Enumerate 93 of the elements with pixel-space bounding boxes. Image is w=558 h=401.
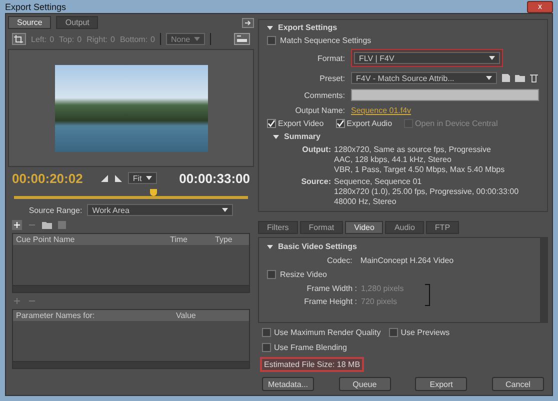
- disclosure-triangle-icon[interactable]: [273, 134, 279, 138]
- column-header[interactable]: Value: [176, 311, 196, 320]
- horizontal-scrollbar[interactable]: [13, 285, 249, 292]
- caret-icon: [194, 37, 200, 41]
- source-range-dropdown[interactable]: Work Area: [87, 204, 234, 216]
- comments-field[interactable]: [351, 89, 539, 101]
- panel-tab[interactable]: Source: [8, 16, 52, 29]
- checkbox[interactable]: [336, 119, 345, 128]
- trash-icon[interactable]: [529, 73, 539, 83]
- disclosure-triangle-icon[interactable]: [267, 26, 273, 30]
- section-heading: Export Settings: [278, 23, 338, 32]
- summary-label: Output:: [301, 145, 331, 156]
- checkbox-label: Export Video: [278, 119, 324, 128]
- column-header[interactable]: Time: [170, 235, 215, 244]
- checkbox[interactable]: [262, 328, 271, 337]
- settings-tab[interactable]: Video: [345, 221, 384, 234]
- current-timecode[interactable]: 00:00:20:02: [12, 170, 83, 186]
- preset-dropdown[interactable]: F4V - Match Source Attrib...: [351, 72, 497, 84]
- summary-label: Source:: [300, 177, 331, 188]
- preset-label: Preset:: [318, 74, 345, 82]
- crop-label: Top:: [59, 34, 74, 44]
- summary-text: VBR, 1 Pass, Target 4.50 Mbps, Max 5.40 Mbps: [334, 165, 506, 174]
- dialog-button[interactable]: Export: [415, 377, 468, 391]
- comments-label: Comments:: [303, 90, 345, 100]
- duration-timecode: 00:00:33:00: [179, 170, 250, 186]
- output-name-link[interactable]: Sequence 01.f4v: [351, 106, 539, 115]
- summary-text: 1280x720, Same as source fps, Progressive: [334, 145, 492, 154]
- checkbox-label: Open in Device Central: [415, 119, 498, 128]
- source-range-label: Source Range:: [28, 206, 82, 214]
- checkbox-label: Use Previews: [400, 328, 450, 337]
- codec-value: MainConcept H.264 Video: [360, 256, 454, 265]
- disclosure-triangle-icon[interactable]: [267, 244, 273, 248]
- aspect-ratio-icon[interactable]: [234, 33, 250, 45]
- summary-text: 1280x720 (1.0), 25.00 fps, Progressive, 00:00:33:00: [334, 187, 520, 196]
- summary-text: AAC, 128 kbps, 44.1 kHz, Stereo: [334, 155, 452, 164]
- output-name-label: Output Name:: [294, 106, 345, 115]
- crop-value[interactable]: 0: [77, 34, 82, 44]
- section-heading: Summary: [284, 132, 320, 141]
- horizontal-scrollbar[interactable]: [13, 361, 249, 368]
- frame-height-value[interactable]: 720 pixels: [361, 297, 421, 306]
- frame-width-label: Frame Width :: [306, 284, 357, 293]
- zoom-dropdown[interactable]: Fit: [128, 172, 157, 184]
- frame-width-value[interactable]: 1,280 pixels: [361, 284, 421, 293]
- crop-value[interactable]: 0: [110, 34, 115, 44]
- dialog-button[interactable]: Cancel: [492, 377, 544, 391]
- section-heading: Basic Video Settings: [278, 242, 357, 251]
- mark-in-icon[interactable]: [100, 174, 109, 182]
- folder-icon[interactable]: [515, 73, 525, 83]
- codec-label: Codec:: [327, 256, 352, 265]
- caret-icon: [146, 176, 152, 180]
- checkbox[interactable]: [388, 328, 398, 337]
- checkbox-label: Match Sequence Settings: [280, 36, 372, 45]
- format-dropdown[interactable]: FLV | F4V: [354, 52, 500, 64]
- settings-tab[interactable]: Audio: [385, 221, 424, 234]
- frame-height-label: Frame Height :: [303, 297, 357, 306]
- caret-icon: [222, 208, 228, 212]
- checkbox[interactable]: [267, 36, 276, 45]
- checkbox[interactable]: [267, 270, 276, 279]
- crop-icon[interactable]: [12, 33, 26, 45]
- column-header[interactable]: Parameter Names for:: [16, 311, 176, 320]
- link-bracket-icon[interactable]: [425, 284, 430, 306]
- settings-tab[interactable]: Filters: [258, 221, 298, 234]
- caret-icon: [489, 56, 495, 60]
- column-header[interactable]: Cue Point Name: [16, 235, 170, 244]
- format-label: Format:: [316, 54, 345, 62]
- checkbox-label: Use Maximum Render Quality: [274, 328, 381, 337]
- crop-value[interactable]: 0: [150, 34, 155, 44]
- window-title: Export Settings: [5, 2, 68, 12]
- settings-tab[interactable]: FTP: [426, 221, 460, 234]
- playhead-handle[interactable]: [150, 189, 158, 196]
- crop-label: Right:: [86, 34, 108, 44]
- crop-value[interactable]: 0: [50, 34, 54, 44]
- dialog-button[interactable]: Metadata...: [262, 377, 314, 391]
- summary-text: 48000 Hz, Stereo: [334, 197, 398, 206]
- dialog-button[interactable]: Queue: [338, 377, 391, 391]
- checkbox-label: Use Frame Blending: [274, 343, 347, 352]
- panel-menu-icon[interactable]: [242, 18, 254, 28]
- panel-tab[interactable]: Output: [56, 16, 98, 29]
- settings-tab[interactable]: Format: [300, 221, 344, 234]
- checkbox[interactable]: [267, 119, 276, 128]
- folder-icon[interactable]: [42, 220, 52, 230]
- checkbox[interactable]: [262, 343, 271, 352]
- checkbox-label: Export Audio: [346, 119, 392, 128]
- column-header[interactable]: Type: [215, 235, 232, 244]
- mark-out-icon[interactable]: [114, 174, 123, 182]
- close-button[interactable]: x: [527, 0, 553, 12]
- caret-icon: [486, 76, 492, 80]
- estimated-file-size: Estimated File Size: 18 MB: [260, 357, 364, 372]
- checkbox-label: Resize Video: [280, 270, 327, 279]
- summary-text: Sequence, Sequence 01: [334, 177, 423, 186]
- crop-label: Bottom:: [120, 34, 148, 44]
- crop-label: Left:: [31, 34, 47, 44]
- save-preset-icon[interactable]: [501, 73, 511, 83]
